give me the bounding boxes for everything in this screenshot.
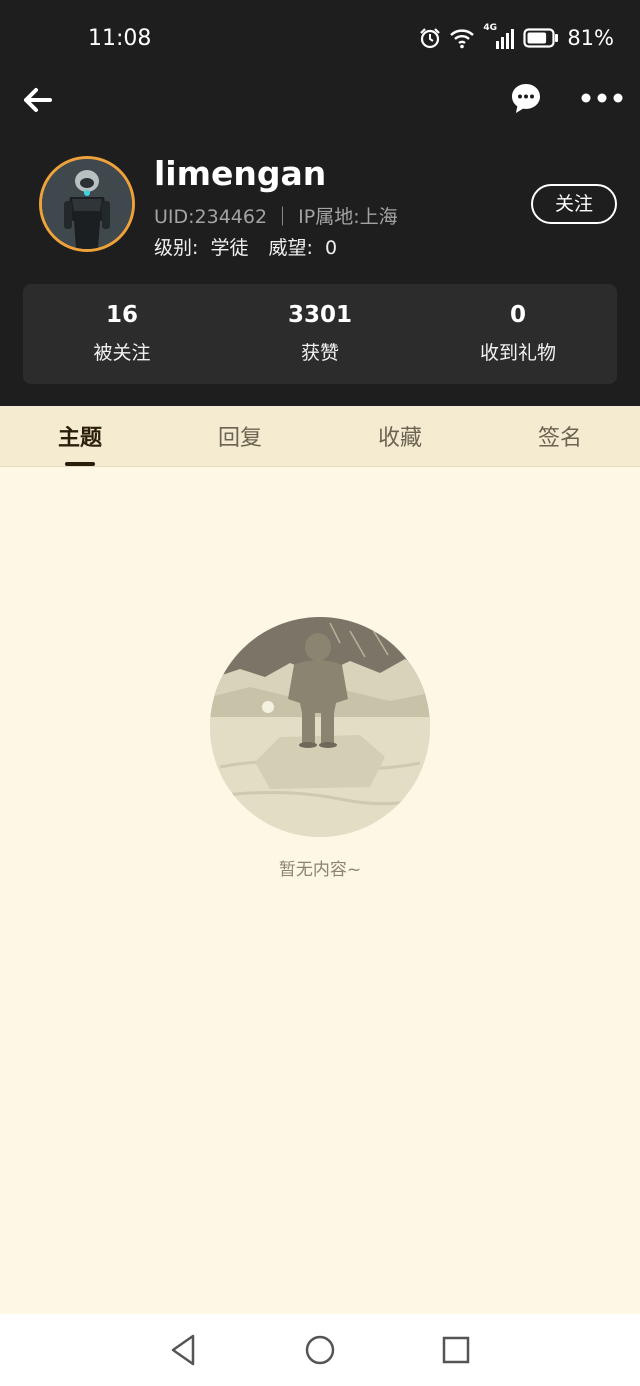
active-tab-indicator <box>65 462 95 466</box>
system-nav-bar <box>0 1314 640 1386</box>
stat-likes[interactable]: 3301 获赞 <box>221 284 419 384</box>
stat-value: 3301 <box>287 302 352 328</box>
avatar-figure-icon <box>42 159 132 249</box>
battery-percent: 81% <box>567 26 614 50</box>
stat-gifts[interactable]: 0 收到礼物 <box>419 284 617 384</box>
empty-astronaut-icon <box>210 617 430 837</box>
stat-followers[interactable]: 16 被关注 <box>23 284 221 384</box>
level-info: 级别: 学徒 威望: 0 <box>154 233 343 260</box>
tab-topics[interactable]: 主题 <box>20 420 140 452</box>
tab-bar: 主题 回复 收藏 签名 <box>0 406 640 467</box>
follow-button[interactable]: 关注 <box>531 184 617 224</box>
status-time: 11:08 <box>88 26 152 51</box>
stat-label: 收到礼物 <box>479 342 556 364</box>
more-dots-icon[interactable] <box>580 86 624 110</box>
level-label: 级别: <box>154 237 199 259</box>
prestige-value: 0 <box>324 237 338 259</box>
circle-home-icon[interactable] <box>304 1332 336 1368</box>
empty-state-illustration <box>210 617 430 837</box>
stat-value: 16 <box>105 302 138 328</box>
battery-icon <box>523 28 559 48</box>
signal-icon <box>496 29 515 49</box>
top-nav <box>0 70 640 130</box>
uid-ip-location: UID:234462 ｜ IP属地:上海 <box>154 206 398 228</box>
avatar[interactable] <box>39 156 135 252</box>
status-icons: 4G 81% <box>419 23 614 50</box>
alarm-icon <box>420 28 441 49</box>
arrow-left-icon[interactable] <box>20 82 56 118</box>
tab-favorites[interactable]: 收藏 <box>340 420 460 452</box>
username: limengan <box>154 154 327 193</box>
chat-bubble-icon[interactable] <box>510 82 542 116</box>
wifi-icon <box>450 29 475 49</box>
stats-panel: 16 被关注 3301 获赞 0 收到礼物 <box>23 284 617 384</box>
level-value: 学徒 <box>210 237 249 259</box>
triangle-back-icon[interactable] <box>168 1332 198 1368</box>
signal-indicator: 4G <box>483 23 515 49</box>
empty-state-text: 暂无内容~ <box>278 860 362 880</box>
square-recent-icon[interactable] <box>440 1332 472 1368</box>
stat-label: 获赞 <box>300 342 339 364</box>
stat-value: 0 <box>509 302 526 328</box>
prestige-label: 威望: <box>268 237 313 259</box>
tab-replies[interactable]: 回复 <box>180 420 300 452</box>
stat-label: 被关注 <box>93 342 151 364</box>
tab-signature[interactable]: 签名 <box>500 420 620 452</box>
status-bar: 11:08 4G 81% <box>0 0 640 80</box>
